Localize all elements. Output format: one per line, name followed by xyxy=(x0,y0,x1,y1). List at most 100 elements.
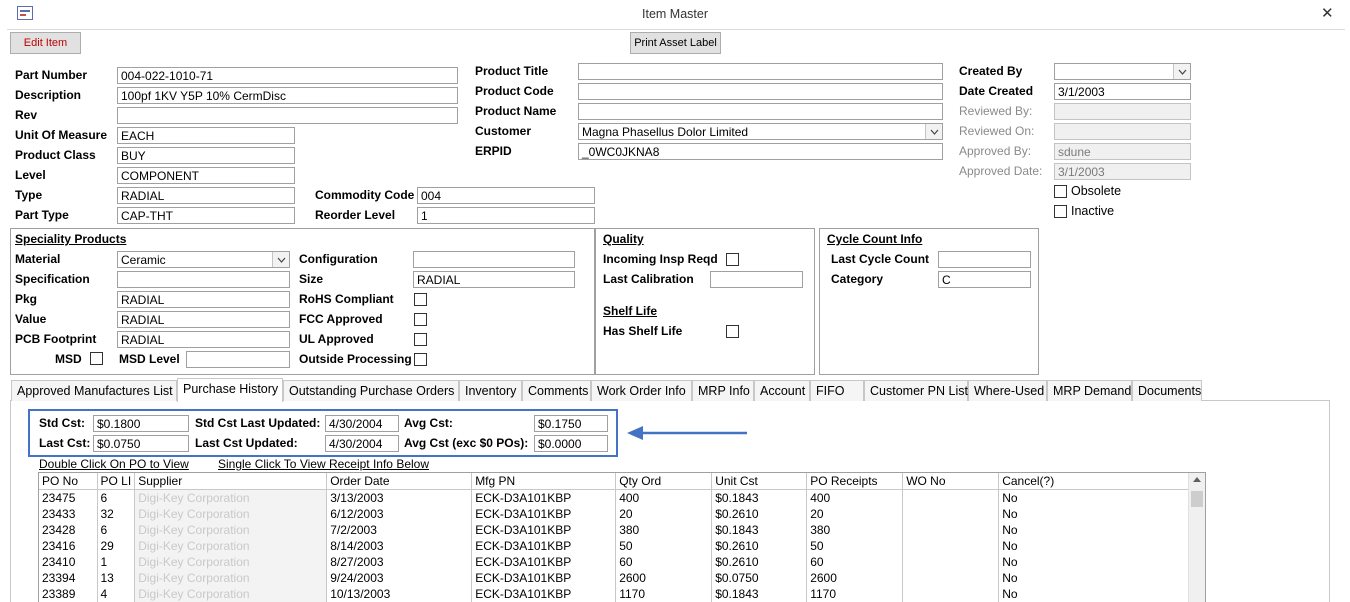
std-cst-field[interactable]: $0.1800 xyxy=(93,415,189,432)
table-cell: Digi-Key Corporation xyxy=(134,586,328,602)
inactive-checkbox[interactable] xyxy=(1054,205,1067,218)
tab-approved-manufactures[interactable]: Approved Manufactures List xyxy=(11,380,177,401)
product-class-field[interactable]: BUY xyxy=(117,147,295,164)
tab-work-order-info[interactable]: Work Order Info xyxy=(591,380,692,401)
obsolete-checkbox[interactable] xyxy=(1054,185,1067,198)
table-cell: ECK-D3A101KBP xyxy=(471,506,617,522)
tab-mrp-info[interactable]: MRP Info xyxy=(692,380,754,401)
msd-level-field[interactable] xyxy=(186,351,290,368)
grid-scrollbar[interactable] xyxy=(1188,473,1205,602)
fcc-checkbox[interactable] xyxy=(414,313,427,326)
table-row[interactable]: 23433 32 Digi-Key Corporation 6/12/2003 ECK-… xyxy=(39,506,1191,522)
column-header[interactable]: PO LI xyxy=(97,473,136,490)
product-class-label: Product Class xyxy=(15,148,96,162)
last-calibration-field[interactable] xyxy=(710,271,803,288)
chevron-down-icon[interactable] xyxy=(925,124,942,139)
table-cell: No xyxy=(998,489,1191,506)
scroll-up-icon[interactable] xyxy=(1193,477,1201,482)
customer-combo[interactable]: Magna Phasellus Dolor Limited xyxy=(578,123,943,140)
table-cell: 50 xyxy=(806,538,904,554)
erpid-label: ERPID xyxy=(475,144,512,158)
avg-cst-field[interactable]: $0.1750 xyxy=(534,415,608,432)
tab-outstanding-pos[interactable]: Outstanding Purchase Orders xyxy=(283,380,459,401)
close-icon[interactable]: ✕ xyxy=(1321,4,1334,22)
avg-cst-exc-field[interactable]: $0.0000 xyxy=(534,435,608,452)
tab-where-used[interactable]: Where-Used xyxy=(968,380,1047,401)
msd-checkbox[interactable] xyxy=(90,352,103,365)
product-title-field[interactable] xyxy=(578,63,943,80)
erpid-field[interactable]: _0WC0JKNA8 xyxy=(578,143,943,160)
description-field[interactable]: 100pf 1KV Y5P 10% CermDisc xyxy=(117,87,458,104)
table-cell: Digi-Key Corporation xyxy=(134,554,328,570)
column-header[interactable]: Cancel(?) xyxy=(998,473,1191,490)
chevron-down-icon[interactable] xyxy=(1173,64,1190,79)
ul-checkbox[interactable] xyxy=(414,333,427,346)
tab-inventory[interactable]: Inventory xyxy=(459,380,522,401)
table-cell: Digi-Key Corporation xyxy=(134,538,328,554)
last-cycle-count-field[interactable] xyxy=(938,251,1031,268)
table-row[interactable]: 23394 13 Digi-Key Corporation 9/24/2003 ECK-… xyxy=(39,570,1191,586)
tab-mrp-demand[interactable]: MRP Demand xyxy=(1047,380,1132,401)
outside-processing-checkbox[interactable] xyxy=(414,353,427,366)
column-header[interactable]: PO Receipts xyxy=(806,473,904,490)
level-field[interactable]: COMPONENT xyxy=(117,167,295,184)
part-number-field[interactable]: 004-022-1010-71 xyxy=(117,67,458,84)
commodity-code-field[interactable]: 004 xyxy=(417,187,595,204)
last-cst-updated-field[interactable]: 4/30/2004 xyxy=(325,435,399,452)
outside-processing-label: Outside Processing xyxy=(299,352,412,366)
tab-account[interactable]: Account xyxy=(754,380,810,401)
last-cycle-count-label: Last Cycle Count xyxy=(831,252,930,266)
category-field[interactable]: C xyxy=(938,271,1031,288)
date-created-field[interactable]: 3/1/2003 xyxy=(1054,83,1191,100)
purchase-history-table: PO No PO LI Supplier Order Date Mfg PN Qty Or… xyxy=(39,473,1191,602)
table-cell: 20 xyxy=(806,506,904,522)
column-header[interactable]: Mfg PN xyxy=(471,473,617,490)
type-field[interactable]: RADIAL xyxy=(117,187,295,204)
table-row[interactable]: 23475 6 Digi-Key Corporation 3/13/2003 ECK-D… xyxy=(39,489,1191,506)
tab-customer-pn-list[interactable]: Customer PN List xyxy=(864,380,968,401)
quality-group xyxy=(595,228,815,375)
purchase-history-grid[interactable]: PO No PO LI Supplier Order Date Mfg PN Qty Or… xyxy=(38,472,1206,602)
table-cell: $0.2610 xyxy=(711,554,808,570)
pkg-field[interactable]: RADIAL xyxy=(117,291,290,308)
column-header[interactable]: Unit Cst xyxy=(711,473,808,490)
table-cell: No xyxy=(998,538,1191,554)
part-type-field[interactable]: CAP-THT xyxy=(117,207,295,224)
table-cell: 400 xyxy=(615,489,713,506)
tab-documents[interactable]: Documents xyxy=(1132,380,1202,401)
rev-field[interactable] xyxy=(117,107,458,124)
column-header[interactable]: Qty Ord xyxy=(615,473,713,490)
has-shelf-life-checkbox[interactable] xyxy=(726,325,739,338)
uom-field[interactable]: EACH xyxy=(117,127,295,144)
table-cell: 7/2/2003 xyxy=(326,522,473,538)
std-cst-updated-field[interactable]: 4/30/2004 xyxy=(325,415,399,432)
reorder-level-field[interactable]: 1 xyxy=(417,207,595,224)
rohs-checkbox[interactable] xyxy=(414,293,427,306)
material-combo[interactable]: Ceramic xyxy=(117,251,290,268)
column-header[interactable]: PO No xyxy=(39,473,98,490)
column-header[interactable]: Supplier xyxy=(134,473,328,490)
print-asset-label-button[interactable]: Print Asset Label xyxy=(630,32,721,54)
column-header[interactable]: Order Date xyxy=(326,473,473,490)
table-row[interactable]: 23428 6 Digi-Key Corporation 7/2/2003 ECK-D3… xyxy=(39,522,1191,538)
product-code-field[interactable] xyxy=(578,83,943,100)
value-field[interactable]: RADIAL xyxy=(117,311,290,328)
incoming-insp-checkbox[interactable] xyxy=(726,253,739,266)
specification-field[interactable] xyxy=(117,271,290,288)
last-cst-field[interactable]: $0.0750 xyxy=(93,435,189,452)
created-by-combo[interactable] xyxy=(1054,63,1191,80)
size-field[interactable]: RADIAL xyxy=(413,271,575,288)
tab-fifo[interactable]: FIFO xyxy=(810,380,864,401)
edit-item-button[interactable]: Edit Item xyxy=(10,32,81,54)
tab-purchase-history[interactable]: Purchase History xyxy=(177,378,283,402)
table-row[interactable]: 23416 29 Digi-Key Corporation 8/14/2003 ECK-… xyxy=(39,538,1191,554)
product-name-field[interactable] xyxy=(578,103,943,120)
scroll-thumb[interactable] xyxy=(1191,491,1203,507)
column-header[interactable]: WO No xyxy=(902,473,1000,490)
table-row[interactable]: 23389 4 Digi-Key Corporation 10/13/2003 ECK-… xyxy=(39,586,1191,602)
tab-comments[interactable]: Comments xyxy=(522,380,591,401)
pcb-footprint-field[interactable]: RADIAL xyxy=(117,331,290,348)
chevron-down-icon[interactable] xyxy=(272,252,289,267)
configuration-field[interactable] xyxy=(413,251,575,268)
table-row[interactable]: 23410 1 Digi-Key Corporation 8/27/2003 ECK-D… xyxy=(39,554,1191,570)
